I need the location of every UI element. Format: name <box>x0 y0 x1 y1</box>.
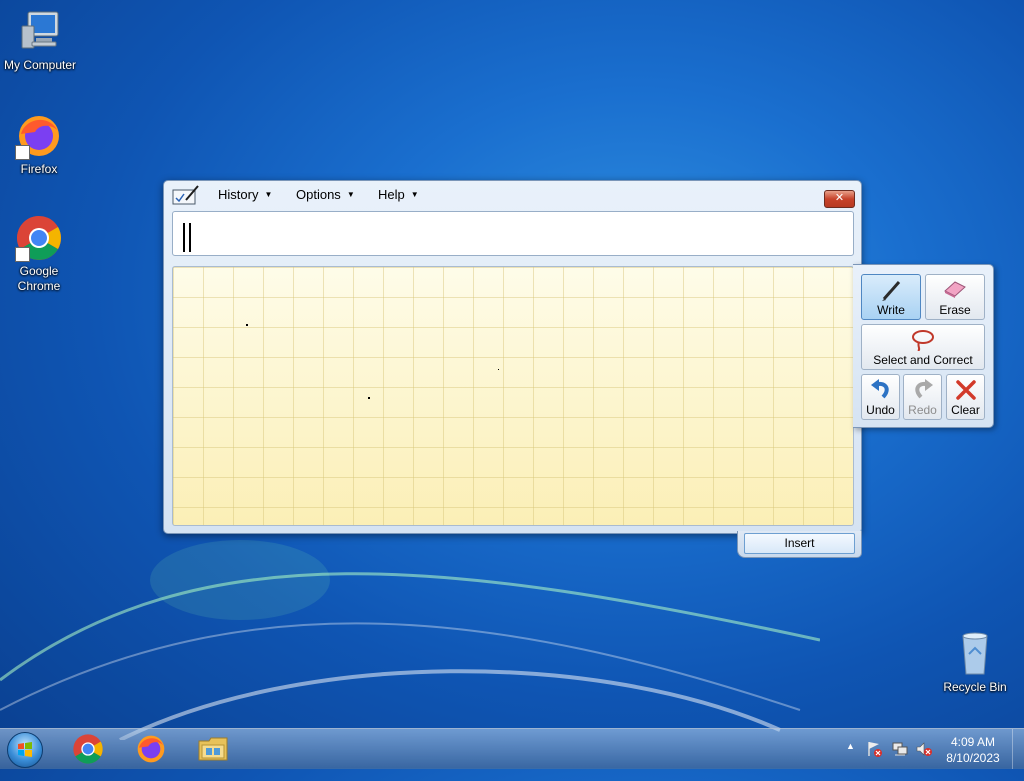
tablet-input-panel: History ▼ Options ▼ Help ▼ ✕ <box>163 180 862 534</box>
select-and-correct-button[interactable]: Select and Correct <box>861 324 985 370</box>
close-button[interactable]: ✕ <box>824 190 855 208</box>
firefox-icon <box>137 735 165 763</box>
firefox-icon <box>15 112 63 160</box>
folder-icon <box>198 737 228 761</box>
recycle-bin-icon <box>951 630 999 678</box>
undo-button[interactable]: Undo <box>861 374 900 420</box>
dropdown-arrow-icon: ▼ <box>410 190 419 199</box>
insert-button[interactable]: Insert <box>744 533 855 554</box>
ink-dot <box>246 324 248 326</box>
clock-date: 8/10/2023 <box>946 751 1000 765</box>
redo-button[interactable]: Redo <box>903 374 942 420</box>
desktop-icon-my-computer[interactable]: My Computer <box>0 8 80 73</box>
menu-options[interactable]: Options ▼ <box>296 187 355 202</box>
ink-dot <box>368 397 370 399</box>
desktop-icon-label: Firefox <box>20 162 58 176</box>
chrome-icon <box>73 734 103 764</box>
writing-pad[interactable] <box>172 266 854 526</box>
desktop-icon-label: Google Chrome <box>17 264 61 293</box>
tool-panel: Write Erase Select and Correct Undo Redo <box>853 264 994 428</box>
desktop-icon-google-chrome[interactable]: Google Chrome <box>0 214 79 294</box>
menu-help[interactable]: Help ▼ <box>378 187 419 202</box>
ink-dot <box>498 369 499 370</box>
close-icon: ✕ <box>834 192 845 204</box>
clock-time: 4:09 AM <box>950 735 996 749</box>
eraser-icon <box>944 281 966 298</box>
text-preview-field[interactable] <box>172 211 854 256</box>
menu-history[interactable]: History ▼ <box>218 187 272 202</box>
undo-arrow-icon <box>870 379 889 399</box>
system-clock[interactable]: 4:09 AM 8/10/2023 <box>940 734 1006 766</box>
network-icon[interactable] <box>891 740 909 780</box>
computer-icon <box>16 8 64 56</box>
action-center-flag-icon[interactable] <box>866 740 884 780</box>
taskbar-firefox[interactable] <box>135 733 167 765</box>
show-hidden-icons-icon[interactable]: ▲ <box>846 741 855 781</box>
write-button[interactable]: Write <box>861 274 921 320</box>
erase-button[interactable]: Erase <box>925 274 985 320</box>
shortcut-arrow-icon <box>15 247 30 262</box>
text-caret <box>183 223 185 252</box>
taskbar: ▲ 4:09 AM 8/10/2023 <box>0 728 1024 769</box>
desktop-icon-firefox[interactable]: Firefox <box>0 112 79 177</box>
desktop-icon-recycle-bin[interactable]: Recycle Bin <box>935 630 1015 695</box>
start-button[interactable] <box>7 732 43 768</box>
dropdown-arrow-icon: ▼ <box>346 190 355 199</box>
volume-muted-icon[interactable] <box>915 740 933 780</box>
desktop-icon-label: My Computer <box>3 58 77 72</box>
show-desktop-button[interactable] <box>1012 729 1024 769</box>
pen-tablet-icon <box>172 184 200 206</box>
redo-arrow-icon <box>914 379 933 399</box>
windows-logo-icon <box>18 742 32 757</box>
shortcut-arrow-icon <box>15 145 30 160</box>
clear-button[interactable]: Clear <box>946 374 985 420</box>
chrome-icon <box>15 214 63 262</box>
text-caret <box>189 223 191 252</box>
taskbar-file-explorer[interactable] <box>197 733 229 765</box>
taskbar-chrome[interactable] <box>72 733 104 765</box>
insert-tab: Insert <box>737 531 862 558</box>
lasso-icon <box>912 330 934 351</box>
desktop-icon-label: Recycle Bin <box>943 680 1007 694</box>
tip-titlebar[interactable]: History ▼ Options ▼ Help ▼ ✕ <box>164 181 861 210</box>
dropdown-arrow-icon: ▼ <box>264 190 273 199</box>
clear-x-icon <box>955 380 976 400</box>
pen-icon <box>882 281 901 301</box>
